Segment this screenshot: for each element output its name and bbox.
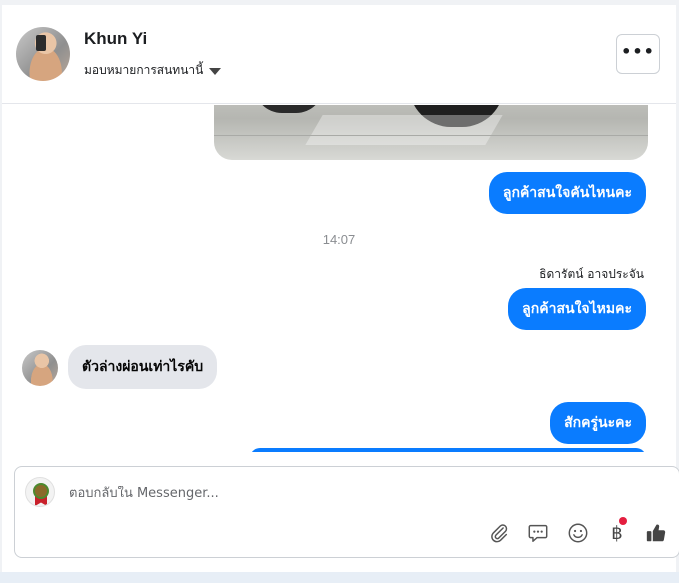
conversation-header: Khun Yi มอบหมายการสนทนานี้ ••• (2, 5, 676, 104)
conversation-panel: Khun Yi มอบหมายการสนทนานี้ ••• ลูกค้าสนใ… (0, 0, 679, 583)
bottom-strip (0, 572, 679, 583)
outgoing-message[interactable]: สักครู่นะคะ (550, 402, 646, 444)
thumbs-up-icon (646, 524, 666, 542)
emoji-button[interactable] (566, 521, 590, 545)
like-button[interactable] (644, 521, 668, 545)
assign-conversation-label: มอบหมายการสนทนานี้ (84, 63, 204, 77)
reply-input[interactable] (69, 486, 629, 501)
emoji-icon (568, 523, 588, 543)
attach-file-button[interactable] (487, 521, 511, 545)
contact-avatar-small[interactable] (22, 350, 58, 386)
avatar-medal (33, 483, 49, 499)
assign-conversation-dropdown[interactable]: มอบหมายการสนทนานี้ (84, 61, 222, 80)
outgoing-message-partial[interactable] (250, 448, 646, 452)
car-photo-attachment[interactable] (214, 105, 648, 160)
paperclip-icon (491, 524, 508, 543)
outgoing-message[interactable]: ลูกค้าสนใจไหมคะ (508, 288, 646, 330)
page-avatar (25, 477, 55, 507)
baht-payment-icon: ฿ (611, 522, 623, 544)
sender-name: ธิดารัตน์ อาจประจัน (539, 267, 644, 281)
caret-down-icon (209, 68, 222, 75)
more-options-icon: ••• (621, 41, 655, 61)
photo-tire-left (254, 105, 324, 113)
avatar-phone-detail (36, 35, 46, 51)
photo-floor-line (214, 135, 648, 136)
message-thread[interactable]: ลูกค้าสนใจคันไหนคะ 14:07 ธิดารัตน์ อาจปร… (2, 105, 676, 452)
saved-reply-icon (528, 524, 548, 542)
more-options-button[interactable]: ••• (616, 34, 660, 74)
message-timestamp: 14:07 (322, 232, 356, 247)
contact-name[interactable]: Khun Yi (84, 29, 147, 49)
payment-button[interactable]: ฿ (605, 517, 629, 545)
notification-dot (619, 517, 627, 525)
saved-replies-button[interactable] (526, 521, 550, 545)
incoming-message[interactable]: ตัวล่างผ่อนเท่าไรคับ (68, 345, 218, 389)
photo-reflection (305, 115, 503, 145)
reply-composer: ฿ (14, 466, 679, 558)
contact-avatar[interactable] (16, 27, 70, 81)
outgoing-message[interactable]: ลูกค้าสนใจคันไหนคะ (488, 172, 646, 214)
